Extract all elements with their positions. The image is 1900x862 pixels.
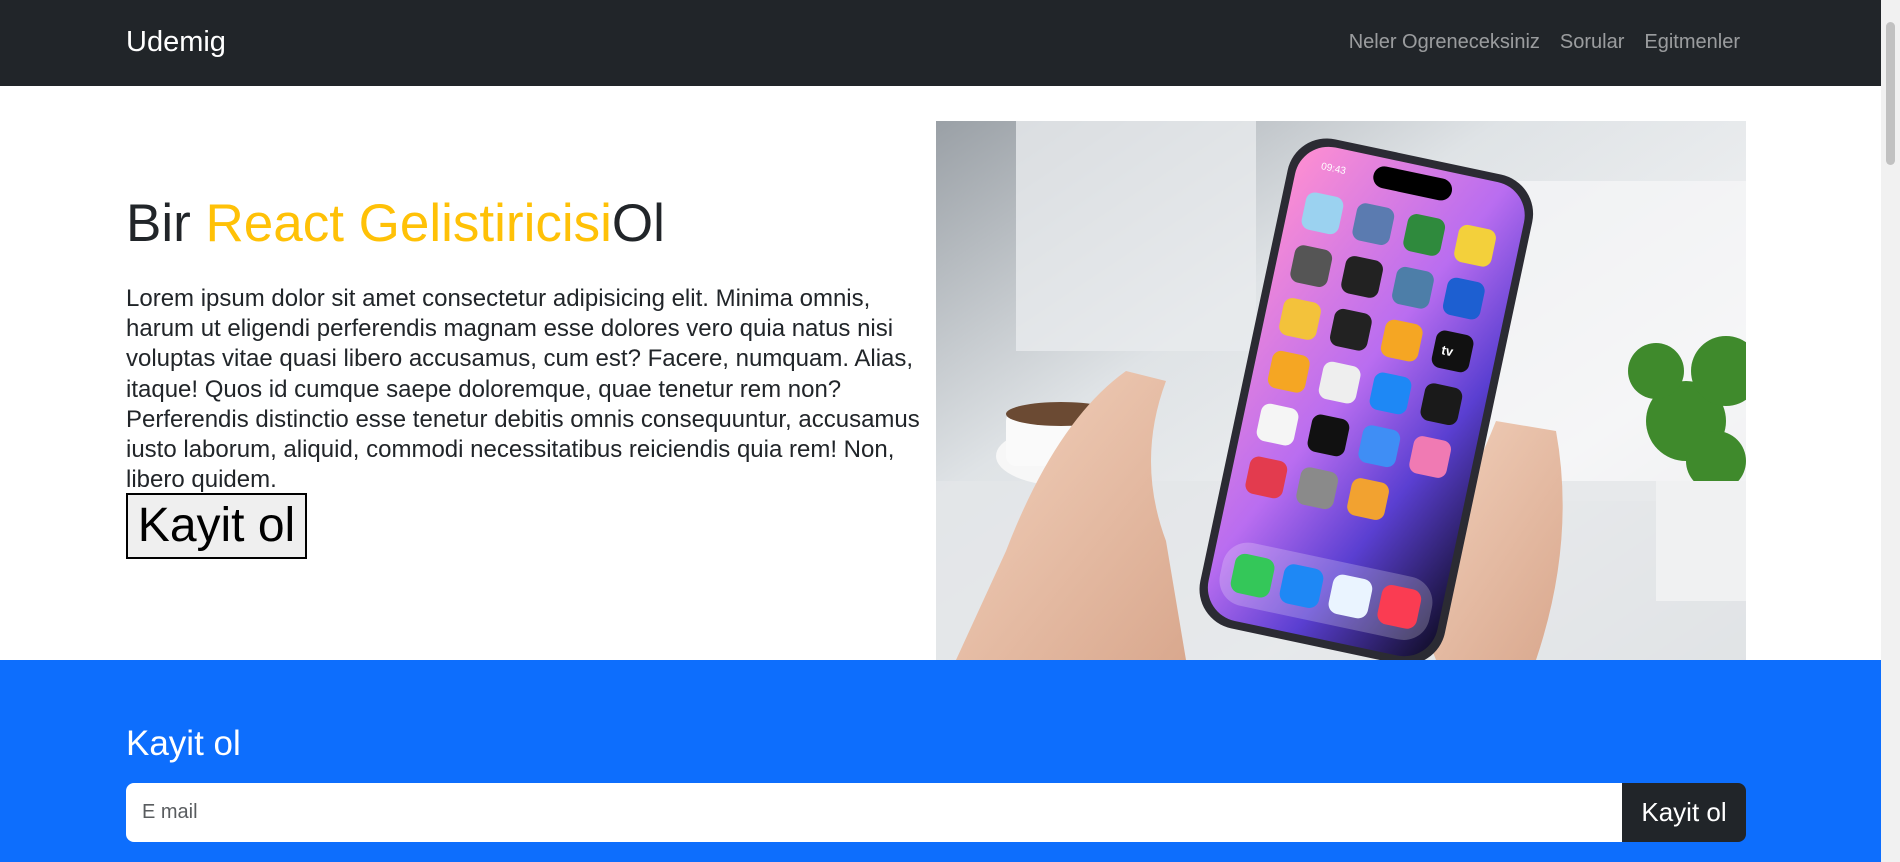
hero-title-accent: React Gelistiricisi	[205, 194, 612, 253]
signup-section: Kayit ol Kayit ol	[0, 660, 1881, 862]
page-scrollbar[interactable]	[1881, 0, 1900, 862]
hero-title: Bir React GelistiricisiOl	[126, 193, 665, 254]
navbar: Udemig Neler Ogreneceksiniz Sorular Egit…	[0, 0, 1881, 86]
nav-link-sorular[interactable]: Sorular	[1560, 31, 1624, 54]
nav-link-egitmenler[interactable]: Egitmenler	[1644, 31, 1740, 54]
phone-in-hands-illustration: 09:43 tv	[936, 121, 1746, 660]
hero-signup-button[interactable]: Kayit ol	[126, 493, 307, 559]
scrollbar-thumb[interactable]	[1886, 22, 1895, 165]
brand-logo[interactable]: Udemig	[126, 26, 226, 59]
nav-link-neler-ogreneceksiniz[interactable]: Neler Ogreneceksiniz	[1349, 31, 1540, 54]
signup-title: Kayit ol	[126, 724, 241, 763]
email-input[interactable]	[126, 783, 1622, 842]
nav-links: Neler Ogreneceksiniz Sorular Egitmenler	[1349, 31, 1740, 54]
hero-title-prefix: Bir	[126, 194, 206, 253]
signup-form: Kayit ol	[126, 783, 1746, 842]
hero-image-phone: 09:43 tv	[936, 121, 1746, 660]
signup-submit-button[interactable]: Kayit ol	[1622, 783, 1746, 842]
hero-description: Lorem ipsum dolor sit amet consectetur a…	[126, 285, 920, 494]
hero-title-suffix: Ol	[611, 194, 665, 253]
